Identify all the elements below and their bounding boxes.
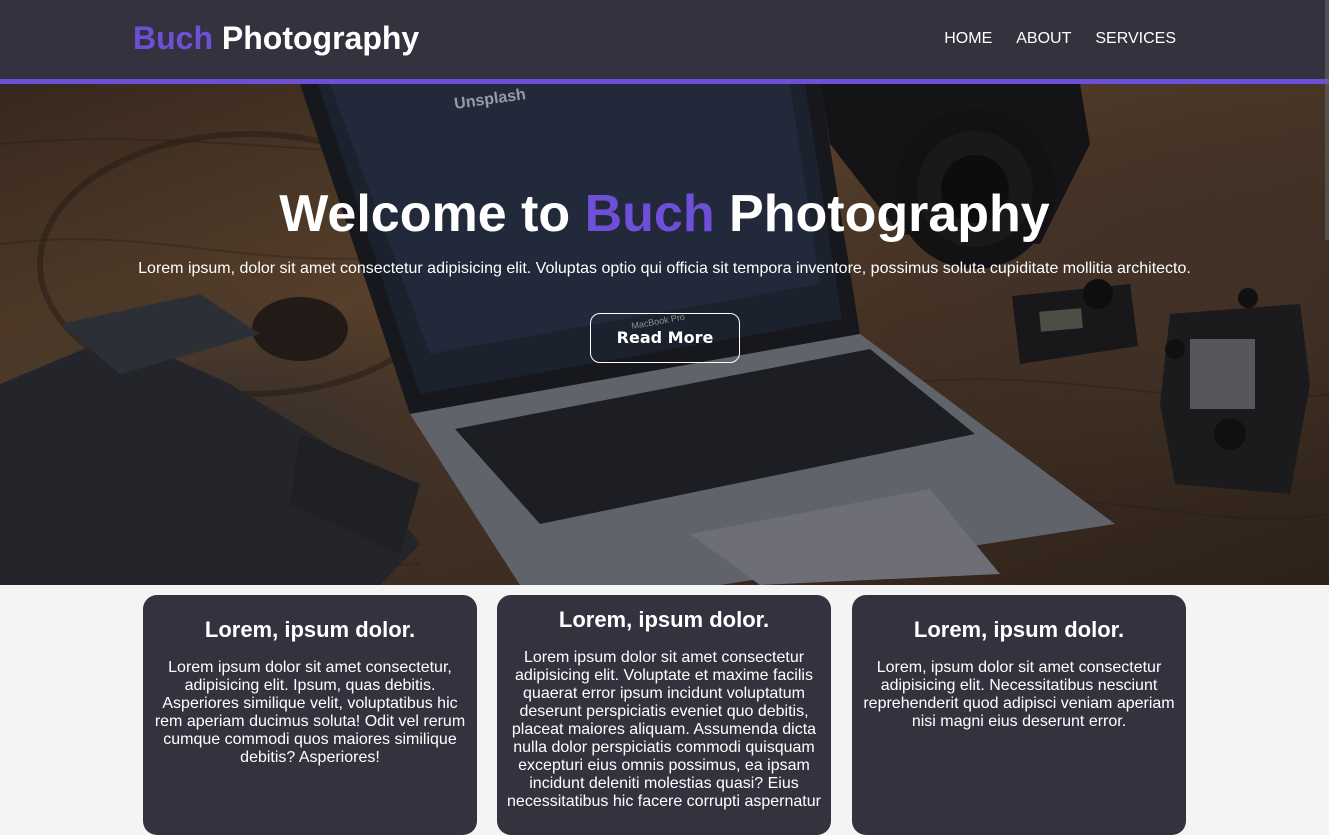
hero-title: Welcome to Buch Photography: [0, 182, 1329, 246]
hero-title-accent: Buch: [584, 185, 715, 243]
site-logo[interactable]: Buch Photography: [133, 18, 419, 58]
read-more-button[interactable]: Read More: [590, 313, 740, 363]
card-text: Lorem ipsum dolor sit amet consectetur, …: [154, 659, 466, 766]
logo-accent-word: Buch: [133, 20, 213, 56]
hero-title-suffix: Photography: [714, 185, 1050, 243]
site-header: Buch Photography HOME ABOUT SERVICES: [0, 0, 1329, 84]
hero-title-prefix: Welcome to: [279, 185, 585, 243]
feature-card-1: Lorem, ipsum dolor. Lorem ipsum dolor si…: [143, 595, 477, 835]
card-text: Lorem, ipsum dolor sit amet consectetur …: [863, 659, 1175, 730]
nav-link-about[interactable]: ABOUT: [1016, 28, 1071, 50]
page-scrollbar[interactable]: [1325, 0, 1329, 240]
nav-link-home[interactable]: HOME: [944, 28, 992, 50]
card-title: Lorem, ipsum dolor.: [558, 607, 770, 632]
card-title: Lorem, ipsum dolor.: [204, 617, 416, 642]
nav-link-services[interactable]: SERVICES: [1095, 28, 1176, 50]
card-text: Lorem ipsum dolor sit amet consectetur a…: [507, 649, 821, 810]
main-nav: HOME ABOUT SERVICES: [944, 28, 1176, 50]
card-title: Lorem, ipsum dolor.: [913, 617, 1125, 642]
hero-section: Unsplash MacBook Pro Welcome to Buch Pho…: [0, 84, 1329, 585]
logo-word: Photography: [213, 20, 420, 56]
hero-description: Lorem ipsum, dolor sit amet consectetur …: [138, 260, 1191, 277]
feature-card-2: Lorem, ipsum dolor. Lorem ipsum dolor si…: [497, 595, 831, 835]
feature-card-3: Lorem, ipsum dolor. Lorem, ipsum dolor s…: [852, 595, 1186, 835]
